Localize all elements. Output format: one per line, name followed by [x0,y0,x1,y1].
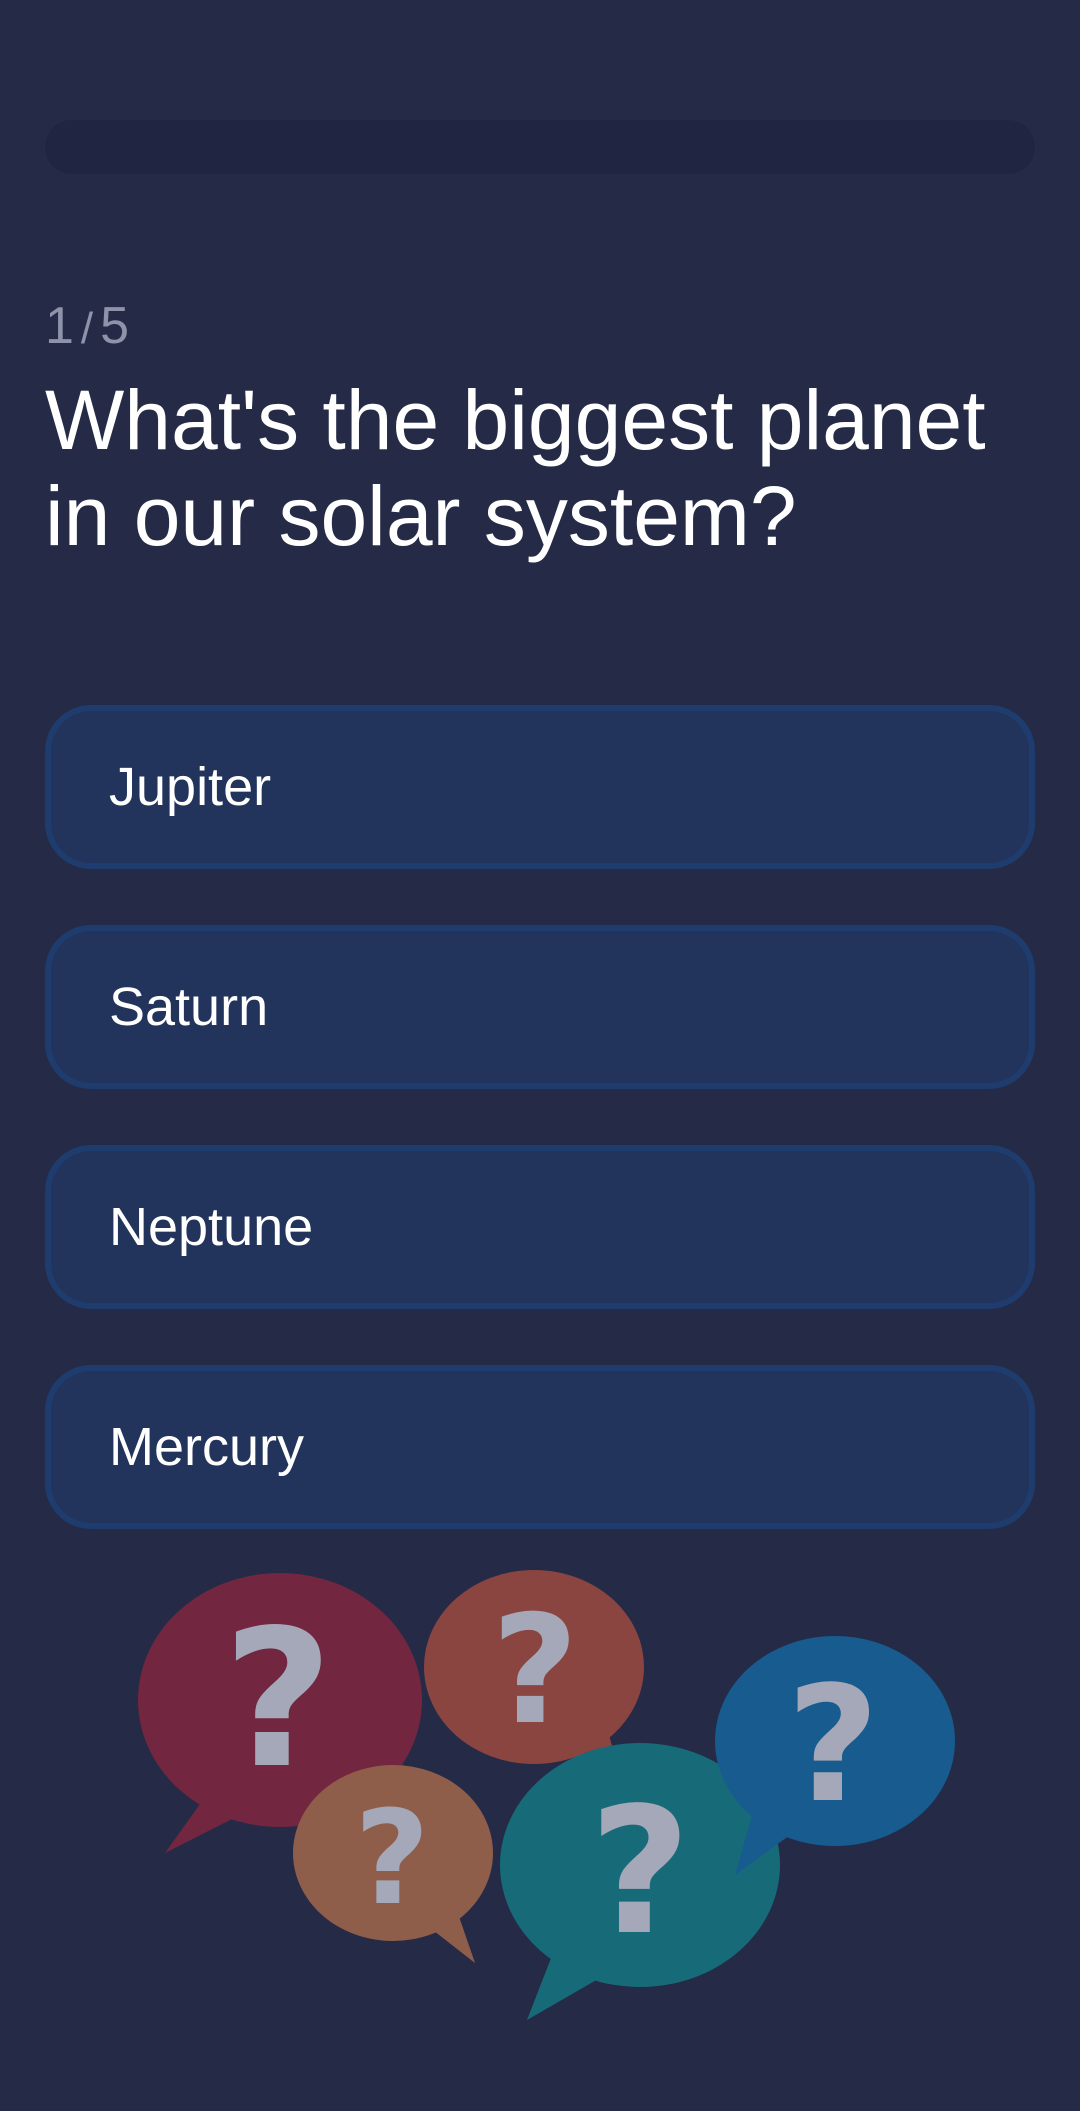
answer-option-saturn[interactable]: Saturn [45,925,1035,1089]
counter-current: 1 [45,297,75,355]
answer-option-mercury[interactable]: Mercury [45,1365,1035,1529]
svg-text:?: ? [787,1651,880,1838]
question-text: What's the biggest planet in our solar s… [45,373,986,563]
quiz-screen: 1/5 What's the biggest planet in our sol… [0,0,1080,2111]
answer-option-jupiter[interactable]: Jupiter [45,705,1035,869]
svg-text:?: ? [589,1771,691,1974]
progress-bar [45,120,1035,174]
counter-separator: / [80,304,95,353]
question-bubbles-icon: ? ? ? ? ? [138,1570,955,2020]
speech-bubble-blue-icon: ? [715,1636,955,1875]
answer-label: Neptune [109,1197,314,1257]
counter-total: 5 [100,297,131,355]
svg-text:?: ? [491,1584,578,1758]
answer-option-neptune[interactable]: Neptune [45,1145,1035,1309]
question-counter: 1/5 [45,296,130,356]
answer-label: Saturn [109,977,269,1037]
svg-text:?: ? [354,1782,429,1934]
answer-list: Jupiter Saturn Neptune Mercury [45,705,1035,1585]
speech-bubble-tan-icon: ? [293,1765,493,1963]
answer-label: Mercury [109,1417,305,1477]
svg-text:?: ? [223,1589,333,1810]
answer-label: Jupiter [109,757,272,817]
